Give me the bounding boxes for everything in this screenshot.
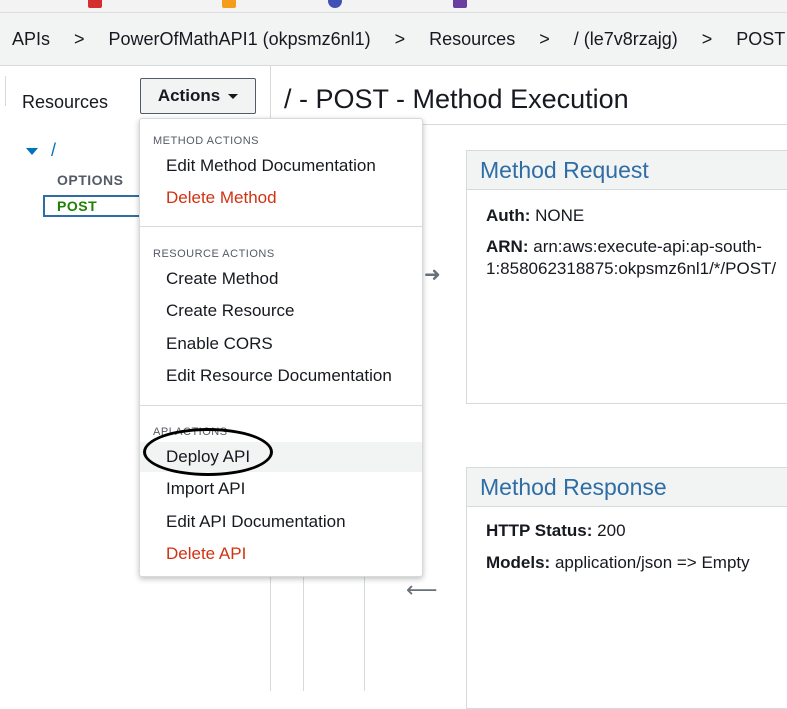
menu-item-delete-api[interactable]: Delete API bbox=[140, 539, 422, 569]
auth-label: Auth: bbox=[486, 206, 531, 225]
breadcrumb-separator: > bbox=[394, 28, 406, 49]
method-response-card: Method Response HTTP Status: 200 Models:… bbox=[466, 467, 787, 709]
menu-divider bbox=[140, 405, 422, 406]
models-label: Models: bbox=[486, 553, 551, 572]
bookmark-favicon[interactable] bbox=[453, 0, 467, 8]
http-status-label: HTTP Status: bbox=[486, 521, 593, 540]
auth-value: NONE bbox=[535, 206, 585, 225]
menu-item-create-method[interactable]: Create Method bbox=[140, 264, 422, 294]
menu-divider bbox=[140, 226, 422, 227]
tree-expand-icon[interactable] bbox=[26, 148, 38, 155]
menu-item-edit-api-documentation[interactable]: Edit API Documentation bbox=[140, 507, 422, 537]
arn-row: ARN: arn:aws:execute-api:ap-south- 1:858… bbox=[467, 236, 787, 280]
breadcrumb: APIs > PowerOfMathAPI1 (okpsmz6nl1) > Re… bbox=[0, 13, 787, 66]
method-response-title[interactable]: Method Response bbox=[467, 468, 787, 501]
menu-item-create-resource[interactable]: Create Resource bbox=[140, 296, 422, 326]
menu-group-method-actions: METHOD ACTIONS bbox=[153, 135, 260, 147]
actions-button[interactable]: Actions bbox=[140, 78, 256, 114]
auth-row: Auth: NONE bbox=[467, 206, 787, 226]
breadcrumb-apis[interactable]: APIs bbox=[12, 29, 50, 50]
resources-title: Resources bbox=[22, 92, 109, 112]
models-row: Models: application/json => Empty bbox=[467, 553, 787, 573]
http-status-value: 200 bbox=[597, 521, 626, 540]
menu-item-edit-method-documentation[interactable]: Edit Method Documentation bbox=[140, 151, 422, 181]
actions-label: Actions bbox=[157, 86, 221, 105]
breadcrumb-separator: > bbox=[74, 28, 85, 49]
breadcrumb-resources[interactable]: Resources bbox=[429, 29, 515, 50]
method-request-header: Method Request bbox=[467, 151, 787, 190]
method-request-title[interactable]: Method Request bbox=[467, 151, 787, 184]
page-title: / - POST - Method Execution bbox=[284, 84, 629, 114]
menu-item-enable-cors[interactable]: Enable CORS bbox=[140, 329, 422, 359]
breadcrumb-method: POST bbox=[736, 28, 786, 49]
menu-item-edit-resource-documentation[interactable]: Edit Resource Documentation bbox=[140, 361, 422, 391]
bookmark-favicon[interactable] bbox=[222, 0, 236, 8]
tree-root-resource[interactable]: / bbox=[51, 140, 56, 161]
breadcrumb-separator: > bbox=[539, 28, 550, 49]
actions-dropdown-menu: METHOD ACTIONS Edit Method Documentation… bbox=[139, 118, 423, 577]
breadcrumb-resource[interactable]: / (le7v8rzajg) bbox=[574, 29, 678, 50]
bookmarks-bar bbox=[0, 0, 787, 13]
menu-item-delete-method[interactable]: Delete Method bbox=[140, 183, 422, 213]
method-response-header: Method Response bbox=[467, 468, 787, 507]
menu-group-resource-actions: RESOURCE ACTIONS bbox=[153, 248, 275, 260]
arrow-right-icon: ➜ bbox=[424, 264, 441, 286]
models-value: application/json => Empty bbox=[554, 553, 750, 572]
breadcrumb-separator: > bbox=[701, 28, 713, 49]
method-request-card: Method Request Auth: NONE ARN: arn:aws:e… bbox=[466, 150, 787, 404]
http-status-row: HTTP Status: 200 bbox=[467, 521, 787, 541]
caret-down-icon bbox=[228, 93, 239, 99]
menu-item-import-api[interactable]: Import API bbox=[140, 474, 422, 504]
tree-method-post[interactable]: POST bbox=[43, 195, 143, 217]
arn-label: ARN: bbox=[486, 237, 529, 256]
arn-value-line1: arn:aws:execute-api:ap-south- bbox=[533, 237, 762, 256]
bookmark-favicon[interactable] bbox=[328, 0, 342, 8]
breadcrumb-api-name[interactable]: PowerOfMathAPI1 (okpsmz6nl1) bbox=[109, 29, 371, 50]
highlight-ellipse bbox=[143, 428, 273, 476]
bookmark-favicon[interactable] bbox=[88, 0, 102, 8]
arn-value-line2: 1:858062318875:okpsmz6nl1/*/POST/ bbox=[486, 259, 777, 278]
tree-method-options[interactable]: OPTIONS bbox=[57, 172, 124, 188]
arrow-left-icon: ⟵ bbox=[406, 577, 438, 602]
panel-edge bbox=[0, 76, 6, 106]
